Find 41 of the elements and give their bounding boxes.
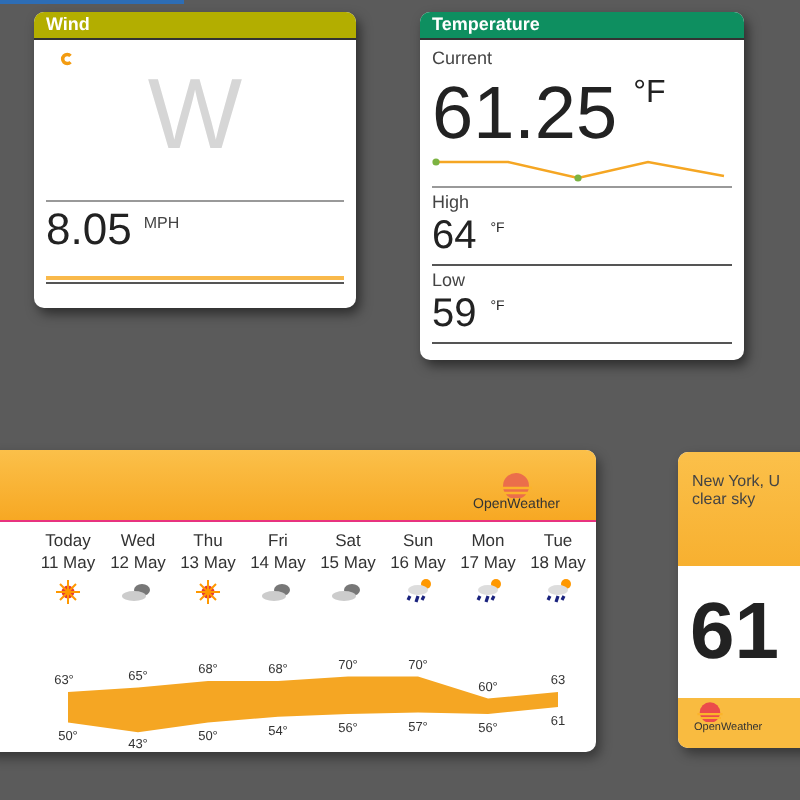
sun-icon [55, 579, 81, 605]
current-temperature: 61 [690, 587, 779, 677]
day-name: Mon [471, 530, 505, 550]
sun-logo-icon [694, 700, 726, 722]
low-temperature: 59 [432, 290, 477, 338]
date-label: 18 May [530, 552, 586, 572]
day-name: Today [45, 530, 91, 550]
high-label: High [432, 192, 472, 212]
date-label: 12 May [110, 552, 166, 572]
cloud-icon [122, 584, 150, 601]
day-name: Thu [193, 530, 223, 550]
rain-icon [406, 579, 431, 604]
date-label: 16 May [390, 552, 446, 572]
weather-description: clear sky [692, 490, 758, 508]
date-label: 11 May [40, 552, 96, 572]
day-name: Sat [335, 530, 361, 550]
cloud-icon [262, 584, 290, 601]
unit-label: °F [633, 76, 666, 112]
card-title: Temperature [432, 14, 540, 34]
low-label: Low [432, 270, 468, 290]
current-temperature: 61.25 [432, 72, 618, 156]
rain-icon [476, 579, 501, 604]
rain-icon [546, 579, 571, 604]
date-label: 14 May [250, 552, 306, 572]
sun-logo-icon [496, 470, 537, 498]
wind-icon [60, 52, 74, 66]
card-title: Wind [46, 14, 90, 34]
date-label: 13 May [180, 552, 236, 572]
date-label: 17 May [460, 552, 516, 572]
day-name: Sun [402, 530, 434, 550]
location-name: New York, U [692, 472, 783, 490]
day-name: Tue [543, 530, 573, 550]
current-label: Current [432, 48, 495, 68]
day-name: Wed [120, 530, 156, 550]
day-name: Fri [268, 530, 288, 550]
cloud-icon [332, 584, 360, 601]
date-label: 15 May [320, 552, 376, 572]
high-temperature: 64 [432, 212, 477, 260]
wind-speed: 8.05 [46, 206, 132, 254]
sun-icon [195, 579, 221, 605]
unit-label: MPH [143, 214, 180, 232]
